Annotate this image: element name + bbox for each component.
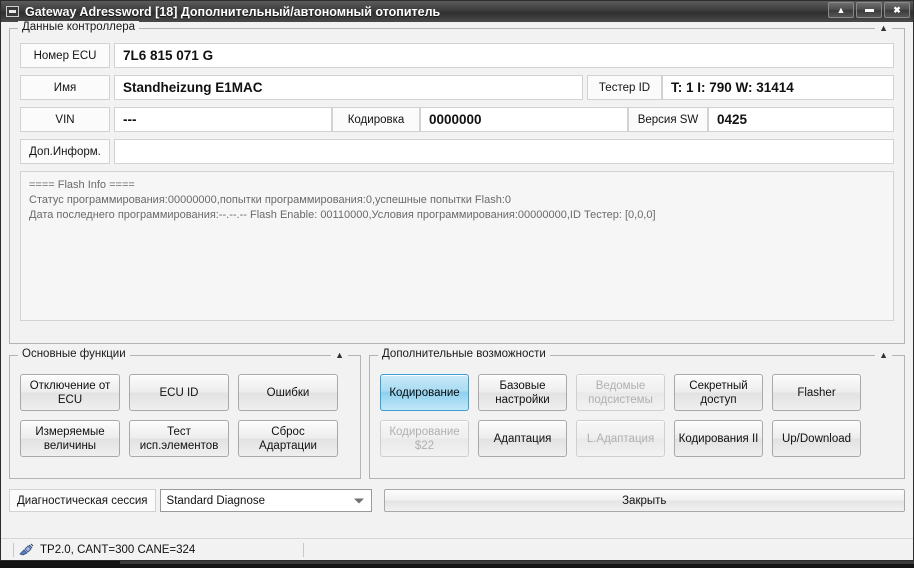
restore-button[interactable]: ▲: [828, 2, 854, 18]
collapse-triangle-icon[interactable]: ▲: [875, 350, 892, 360]
collapse-triangle-icon[interactable]: ▲: [875, 23, 892, 33]
main-functions-group: Основные функции ▲ Отключение от ECU ECU…: [9, 348, 361, 479]
extra-info-label: Доп.Информ.: [20, 139, 110, 164]
button-long-adaptation: L.Адаптация: [576, 420, 665, 457]
bottom-row: Диагностическая сессия Standard Diagnose…: [9, 489, 905, 512]
chevron-down-icon[interactable]: [353, 498, 364, 503]
controller-data-title: Данные контроллера: [18, 21, 140, 33]
button-coding-2[interactable]: Кодирования II: [674, 420, 763, 457]
tester-id-label: Тестер ID: [587, 75, 662, 100]
button-flasher[interactable]: Flasher: [772, 374, 861, 411]
window-controls: ▲ ✖: [828, 2, 910, 18]
row-extra-info: Доп.Информ.: [20, 139, 894, 164]
button-disconnect-ecu[interactable]: Отключение от ECU: [20, 374, 120, 411]
row-vin-coding: VIN --- Кодировка 0000000 Версия SW 0425: [20, 107, 894, 132]
minimize-button[interactable]: [856, 2, 882, 18]
button-reset-adaptation[interactable]: Сброс Адартации: [238, 420, 338, 457]
application-window: Gateway Adressword [18] Дополнительный/а…: [0, 0, 914, 561]
vin-value[interactable]: ---: [114, 107, 332, 132]
extra-functions-group: Дополнительные возможности ▲ Кодирование…: [369, 348, 905, 479]
ecu-number-value[interactable]: 7L6 815 071 G: [114, 43, 894, 68]
button-basic-settings[interactable]: Базовые настройки: [478, 374, 567, 411]
main-functions-title: Основные функции: [18, 348, 130, 360]
diagnostic-session-label: Диагностическая сессия: [9, 489, 156, 512]
title-bar: Gateway Adressword [18] Дополнительный/а…: [1, 1, 913, 22]
flash-info-line: Статус программирования:00000000,попытки…: [29, 194, 512, 206]
button-coding[interactable]: Кодирование: [380, 374, 469, 411]
name-label: Имя: [20, 75, 110, 100]
row-ecu-number: Номер ECU 7L6 815 071 G: [20, 43, 894, 68]
flash-info-line: Дата последнего программирования:--.--.-…: [29, 209, 656, 221]
extra-functions-title: Дополнительные возможности: [378, 348, 550, 360]
sw-version-value[interactable]: 0425: [708, 107, 894, 132]
button-adaptation[interactable]: Адаптация: [478, 420, 567, 457]
button-measured-values[interactable]: Измеряемые величины: [20, 420, 120, 457]
extra-info-value[interactable]: [114, 139, 894, 164]
sw-version-label: Версия SW: [628, 107, 708, 132]
flash-info-line: ==== Flash Info ====: [29, 179, 135, 191]
coding-label: Кодировка: [332, 107, 420, 132]
diagnostic-session-select[interactable]: Standard Diagnose: [159, 489, 372, 512]
status-divider: [13, 543, 14, 557]
status-text: TP2.0, CANT=300 CANE=324: [40, 543, 196, 556]
tester-id-value[interactable]: T: 1 I: 790 W: 31414: [662, 75, 894, 100]
button-ecu-id[interactable]: ECU ID: [129, 374, 229, 411]
name-value[interactable]: Standheizung E1MAC: [114, 75, 583, 100]
status-bar: TP2.0, CANT=300 CANE=324: [1, 538, 913, 560]
vin-label: VIN: [20, 107, 110, 132]
close-window-button[interactable]: ✖: [884, 2, 910, 18]
button-slave-subsystems: Ведомые подсистемы: [576, 374, 665, 411]
close-button[interactable]: Закрыть: [383, 489, 905, 512]
coding-value[interactable]: 0000000: [420, 107, 628, 132]
button-actuator-test[interactable]: Тест исп.элементов: [129, 420, 229, 457]
button-coding-22: Кодирование $22: [380, 420, 469, 457]
button-faults[interactable]: Ошибки: [238, 374, 338, 411]
diagnostic-session-value: Standard Diagnose: [166, 494, 265, 507]
desktop-strip: [0, 561, 914, 568]
function-panels: Основные функции ▲ Отключение от ECU ECU…: [9, 348, 905, 479]
content-area: Данные контроллера ▲ Номер ECU 7L6 815 0…: [1, 21, 913, 538]
ecu-number-label: Номер ECU: [20, 43, 110, 68]
plug-connector-icon: [19, 543, 34, 556]
flash-info-textarea[interactable]: ==== Flash Info ==== Статус программиров…: [20, 171, 894, 321]
status-divider: [303, 543, 304, 557]
window-restore-icon: [6, 6, 19, 17]
row-name: Имя Standheizung E1MAC Тестер ID T: 1 I:…: [20, 75, 894, 100]
window-title: Gateway Adressword [18] Дополнительный/а…: [25, 4, 441, 19]
controller-data-group: Данные контроллера ▲ Номер ECU 7L6 815 0…: [9, 21, 905, 344]
button-secret-access[interactable]: Секретный доступ: [674, 374, 763, 411]
collapse-triangle-icon[interactable]: ▲: [331, 350, 348, 360]
button-up-download[interactable]: Up/Download: [772, 420, 861, 457]
